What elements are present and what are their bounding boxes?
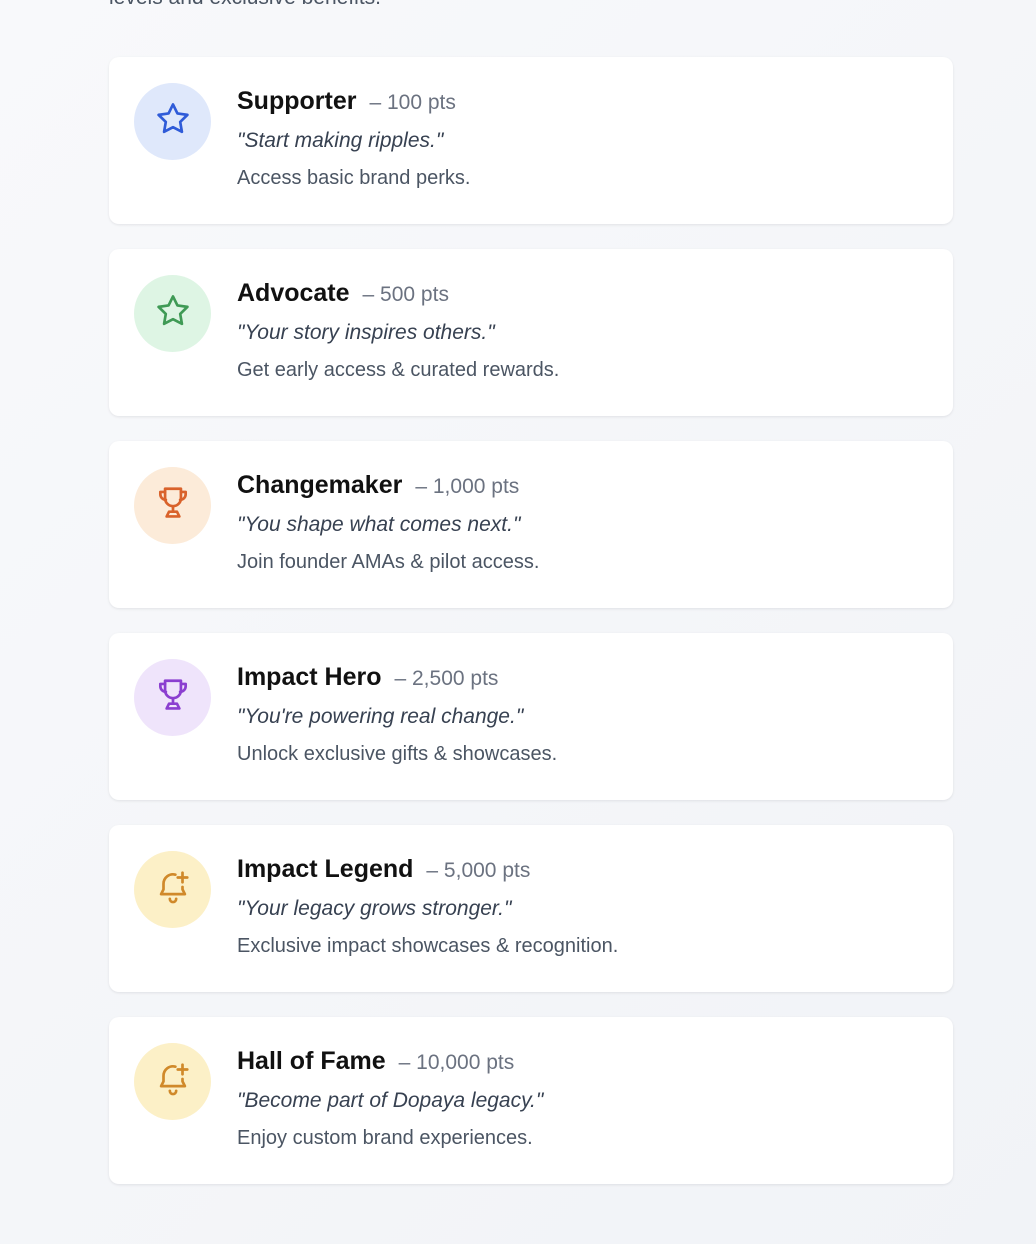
tier-points: – 5,000 pts xyxy=(426,859,531,882)
tier-card-changemaker: Changemaker – 1,000 pts "You shape what … xyxy=(109,441,953,608)
tier-icon-badge xyxy=(134,467,211,544)
tier-benefit: Unlock exclusive gifts & showcases. xyxy=(237,743,558,765)
tier-benefit: Enjoy custom brand experiences. xyxy=(237,1127,533,1149)
tier-quote: "Your legacy grows stronger." xyxy=(237,897,512,920)
tier-benefit: Get early access & curated rewards. xyxy=(237,359,560,381)
trophy-icon xyxy=(154,484,192,527)
tier-benefit: Exclusive impact showcases & recognition… xyxy=(237,935,619,957)
star-icon xyxy=(154,100,192,143)
tier-points: – 1,000 pts xyxy=(415,475,520,498)
bell-plus-icon xyxy=(154,868,192,911)
tier-card-hall-of-fame: Hall of Fame – 10,000 pts "Become part o… xyxy=(109,1017,953,1184)
tier-card-impact-hero: Impact Hero – 2,500 pts "You're powering… xyxy=(109,633,953,800)
tier-name: Changemaker xyxy=(237,471,403,499)
tier-quote: "Start making ripples." xyxy=(237,129,444,152)
tier-name: Hall of Fame xyxy=(237,1047,386,1075)
tier-quote: "Your story inspires others." xyxy=(237,321,495,344)
tier-quote: "You're powering real change." xyxy=(237,705,524,728)
intro-text: levels and exclusive benefits. xyxy=(109,0,381,10)
tier-points: – 500 pts xyxy=(362,283,449,306)
tier-icon-badge xyxy=(134,659,211,736)
bell-plus-icon xyxy=(154,1060,192,1103)
tier-icon-badge xyxy=(134,851,211,928)
tier-quote: "You shape what comes next." xyxy=(237,513,521,536)
tier-benefit: Access basic brand perks. xyxy=(237,167,471,189)
tier-card-impact-legend: Impact Legend – 5,000 pts "Your legacy g… xyxy=(109,825,953,992)
tier-name: Supporter xyxy=(237,87,357,115)
tier-card-advocate: Advocate – 500 pts "Your story inspires … xyxy=(109,249,953,416)
tier-points: – 100 pts xyxy=(369,91,456,114)
tier-icon-badge xyxy=(134,1043,211,1120)
tier-name: Impact Legend xyxy=(237,855,414,883)
tier-icon-badge xyxy=(134,83,211,160)
tier-card-supporter: Supporter – 100 pts "Start making ripple… xyxy=(109,57,953,224)
tier-points: – 2,500 pts xyxy=(394,667,499,690)
tier-icon-badge xyxy=(134,275,211,352)
trophy-icon xyxy=(154,676,192,719)
tier-points: – 10,000 pts xyxy=(398,1051,515,1074)
tier-list: Supporter – 100 pts "Start making ripple… xyxy=(109,57,953,1209)
star-icon xyxy=(154,292,192,335)
tier-name: Advocate xyxy=(237,279,350,307)
tier-name: Impact Hero xyxy=(237,663,382,691)
tier-quote: "Become part of Dopaya legacy." xyxy=(237,1089,544,1112)
tier-benefit: Join founder AMAs & pilot access. xyxy=(237,551,540,573)
